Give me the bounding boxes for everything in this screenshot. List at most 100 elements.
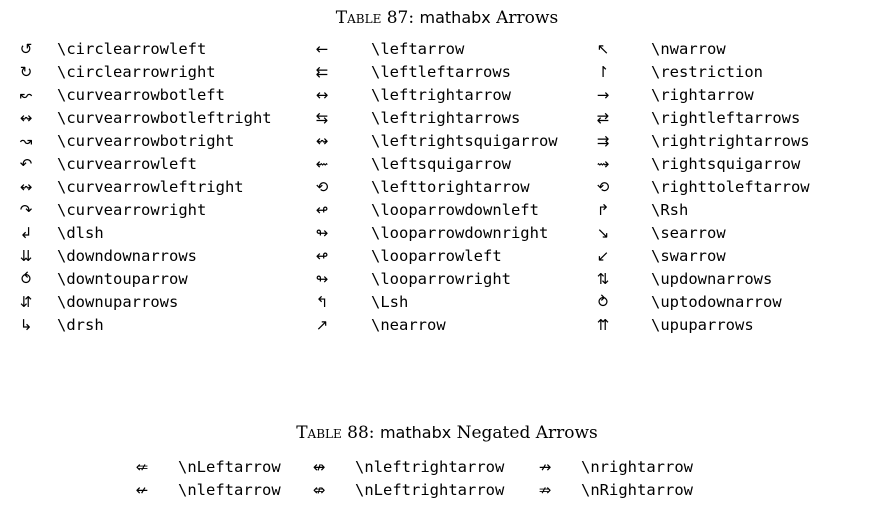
latex-command: \looparrowright	[371, 270, 511, 288]
latex-command: \nLeftrightarrow	[355, 481, 505, 499]
arrow-symbol-icon: ⟲	[596, 178, 610, 196]
arrow-symbol-icon: ⥁	[597, 293, 609, 311]
arrow-symbol-icon: ↔	[315, 86, 329, 104]
latex-command: \looparrowdownleft	[371, 201, 539, 219]
arrow-symbol-icon: ↾	[596, 63, 610, 81]
negated-arrow-icon: ↚	[135, 481, 149, 499]
arrow-symbol-icon: ⇉	[596, 132, 610, 150]
latex-command: \leftrightarrows	[371, 109, 521, 127]
arrow-symbol-icon: ↬	[315, 224, 329, 242]
latex-command: \curvearrowleft	[57, 155, 197, 173]
table-87: ↺ \circlearrowleft ↻ \circlearrowright ↜ \cur…	[0, 38, 894, 338]
latex-command: \nRightarrow	[581, 481, 693, 499]
arrow-symbol-icon: ↶	[19, 155, 33, 173]
latex-command: \dlsh	[57, 224, 104, 242]
arrow-symbol-icon: ↭	[315, 132, 329, 150]
latex-command: \curvearrowleftright	[57, 178, 244, 196]
latex-command: \looparrowdownright	[371, 224, 549, 242]
arrow-symbol-icon: ↻	[19, 63, 33, 81]
latex-command: \leftarrow	[371, 40, 465, 58]
table-88: ⇍ \nLeftarrow ↮ \nleftrightarrow ↛ \nrightarr…	[0, 456, 894, 502]
table-88-title: Negated Arrows	[456, 423, 598, 443]
arrow-symbol-icon: ↲	[19, 224, 33, 242]
arrow-symbol-icon: ↺	[19, 40, 33, 58]
latex-command: \rightsquigarrow	[651, 155, 801, 173]
latex-command: \restriction	[651, 63, 763, 81]
negated-row: ↚ \nleftarrow ⇎ \nLeftrightarrow ⇏ \nRightarr…	[0, 479, 894, 502]
latex-command: \looparrowleft	[371, 247, 502, 265]
latex-command: \leftsquigarrow	[371, 155, 511, 173]
arrow-symbol-icon: ⇅	[596, 270, 610, 288]
negated-arrow-icon: ↛	[538, 458, 552, 476]
latex-command: \downdownarrows	[57, 247, 197, 265]
arrow-symbol-icon: ↷	[19, 201, 33, 219]
arrow-symbol-icon: ⇄	[596, 109, 610, 127]
table-88-label: Table 88:	[296, 423, 375, 443]
arrow-symbol-icon: ↰	[315, 293, 329, 311]
arrow-symbol-icon: ↗	[315, 316, 329, 334]
arrow-symbol-icon: ↭	[19, 109, 33, 127]
latex-command: \curvearrowbotleftright	[57, 109, 272, 127]
negated-arrow-icon: ⇎	[312, 481, 326, 499]
negated-arrow-icon: ↮	[312, 458, 326, 476]
table-87-caption: Table 87: mathabx Arrows	[0, 8, 894, 28]
latex-command: \circlearrowleft	[57, 40, 207, 58]
latex-command: \leftleftarrows	[371, 63, 511, 81]
latex-command: \nleftrightarrow	[355, 458, 505, 476]
latex-command: \rightarrow	[651, 86, 754, 104]
latex-command: \nrightarrow	[581, 458, 693, 476]
latex-command: \swarrow	[651, 247, 726, 265]
latex-command: \uptodownarrow	[651, 293, 782, 311]
latex-command: \nearrow	[371, 316, 446, 334]
table-88-package: mathabx	[379, 423, 452, 442]
latex-command: \rightleftarrows	[651, 109, 801, 127]
latex-command: \Rsh	[651, 201, 689, 219]
arrow-symbol-icon: ⇇	[315, 63, 329, 81]
arrow-symbol-icon: ↜	[19, 86, 33, 104]
latex-command: \drsh	[57, 316, 104, 334]
latex-command: \downtouparrow	[57, 270, 188, 288]
arrow-symbol-icon: ↳	[19, 316, 33, 334]
arrow-symbol-icon: ⥀	[20, 270, 32, 288]
latex-command: \updownarrows	[651, 270, 773, 288]
arrow-symbol-icon: ⇵	[19, 293, 33, 311]
table-87-title: Arrows	[496, 8, 559, 28]
latex-command: \curvearrowright	[57, 201, 207, 219]
latex-command: \curvearrowbotright	[57, 132, 235, 150]
latex-command: \downuparrows	[57, 293, 179, 311]
latex-command: \rightrightarrows	[651, 132, 810, 150]
arrow-symbol-icon: ⇜	[315, 155, 329, 173]
arrow-symbol-icon: ↖	[596, 40, 610, 58]
arrow-symbol-icon: ↝	[19, 132, 33, 150]
arrow-symbol-icon: →	[596, 86, 610, 104]
latex-command: \upuparrows	[651, 316, 754, 334]
arrow-symbol-icon: ↙	[596, 247, 610, 265]
arrow-symbol-icon: ⇆	[315, 109, 329, 127]
latex-command: \nLeftarrow	[178, 458, 281, 476]
arrow-symbol-icon: ⇝	[596, 155, 610, 173]
latex-command: \lefttorightarrow	[371, 178, 530, 196]
arrow-symbol-icon: ↱	[596, 201, 610, 219]
arrow-symbol-icon: ⟲	[315, 178, 329, 196]
arrow-symbol-icon: ↫	[315, 201, 329, 219]
negated-arrow-icon: ⇏	[538, 481, 552, 499]
arrow-symbol-icon: ↬	[315, 270, 329, 288]
latex-command: \leftrightarrow	[371, 86, 511, 104]
latex-command: \righttoleftarrow	[651, 178, 810, 196]
latex-command: \nwarrow	[651, 40, 726, 58]
arrow-symbol-icon: ⇊	[19, 247, 33, 265]
arrow-symbol-icon: ↘	[596, 224, 610, 242]
latex-command: \leftrightsquigarrow	[371, 132, 558, 150]
table-87-package: mathabx	[419, 8, 491, 27]
negated-row: ⇍ \nLeftarrow ↮ \nleftrightarrow ↛ \nrightarr…	[0, 456, 894, 479]
arrow-symbol-icon: ↭	[19, 178, 33, 196]
table-87-label: Table 87:	[335, 8, 415, 28]
latex-command: \nleftarrow	[178, 481, 281, 499]
table-88-caption: Table 88: mathabx Negated Arrows	[0, 423, 894, 443]
arrow-symbol-icon: ↫	[315, 247, 329, 265]
arrow-symbol-icon: ⇈	[596, 316, 610, 334]
latex-command: \curvearrowbotleft	[57, 86, 225, 104]
latex-command: \Lsh	[371, 293, 409, 311]
latex-command: \searrow	[651, 224, 726, 242]
latex-command: \circlearrowright	[57, 63, 216, 81]
